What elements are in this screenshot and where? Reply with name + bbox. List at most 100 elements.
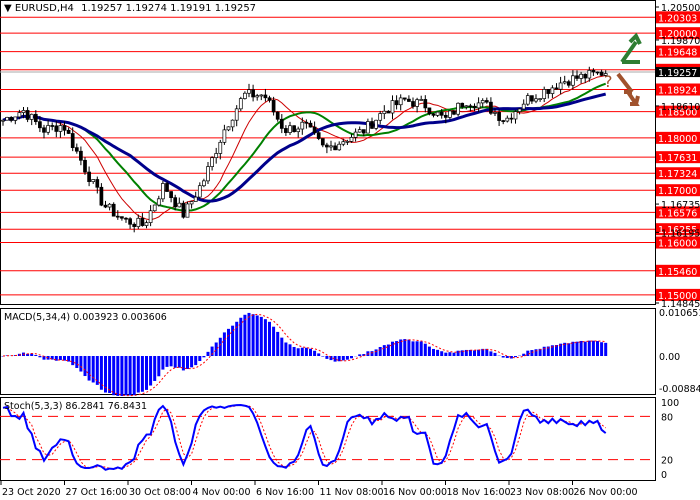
candle-body	[390, 100, 395, 114]
candle-body	[300, 121, 305, 130]
macd-histogram-bar	[309, 348, 312, 356]
level-price-label: 1.19648	[658, 48, 697, 59]
price-tick-label: 1.19870	[661, 36, 700, 47]
macd-histogram-bar	[423, 343, 427, 356]
macd-histogram-bar	[448, 352, 452, 356]
candle-body	[312, 126, 317, 134]
macd-histogram-bar	[341, 356, 345, 361]
candle-body	[349, 137, 354, 142]
time-tick-label: 18 Nov 16:00	[447, 487, 511, 498]
candle-body	[136, 217, 141, 227]
macd-histogram-bar	[169, 356, 173, 367]
macd-histogram-bar	[378, 346, 382, 356]
macd-histogram-bar	[530, 350, 534, 356]
candle-body	[595, 71, 600, 74]
candle-body	[415, 99, 419, 107]
candle-body	[345, 141, 350, 143]
macd-histogram-bar	[583, 341, 587, 356]
candle-body	[181, 202, 186, 218]
macd-histogram-bar	[604, 342, 608, 356]
macd-histogram-bar	[140, 356, 144, 392]
menu-triangle-icon[interactable]: ▼	[4, 3, 12, 14]
macd-histogram-bar	[345, 356, 349, 360]
macd-histogram-bar	[505, 356, 509, 359]
macd-histogram-bar	[477, 349, 481, 356]
candle-body	[558, 82, 563, 90]
candle-body	[243, 92, 247, 99]
macd-histogram-bar	[350, 356, 353, 359]
macd-histogram-bar	[202, 356, 206, 358]
macd-histogram-bar	[468, 349, 472, 356]
macd-histogram-bar	[489, 351, 493, 356]
candle-body	[140, 217, 145, 226]
macd-histogram-bar	[79, 356, 83, 372]
candle-body	[337, 143, 342, 151]
macd-histogram-bar	[128, 356, 132, 396]
candle-body	[234, 108, 239, 121]
candle-body	[38, 121, 42, 129]
candle-body	[341, 141, 346, 145]
candle-body	[247, 89, 251, 94]
macd-histogram-bar	[136, 356, 140, 393]
candle-body	[128, 218, 132, 225]
macd-histogram-bar	[198, 356, 202, 362]
symbol-label: EURUSD,H4	[14, 3, 74, 14]
candle-body	[546, 89, 551, 94]
candle-body	[296, 128, 301, 133]
candle-body	[152, 204, 157, 212]
candle-body	[517, 108, 522, 112]
stoch-tick-label: 80	[661, 412, 673, 423]
macd-histogram-bar	[75, 356, 79, 368]
macd-histogram-bar	[132, 356, 136, 396]
question-mark-label: ?	[604, 72, 613, 91]
candle-body	[13, 116, 18, 121]
macd-histogram-bar	[313, 350, 317, 356]
macd-histogram-bar	[575, 341, 579, 356]
level-price-label: 1.18924	[658, 85, 697, 96]
candle-body	[103, 204, 108, 208]
trading-chart[interactable]: 1.203031.200001.196481.193001.189241.185…	[0, 0, 700, 500]
candle-body	[402, 97, 407, 100]
macd-histogram-bar	[91, 356, 95, 383]
candle-body	[579, 73, 583, 79]
macd-histogram-bar	[370, 351, 374, 356]
price-tick-label: 1.16735	[661, 200, 700, 211]
candle-body	[197, 185, 202, 198]
candle-body	[25, 110, 30, 120]
macd-histogram-bar	[280, 337, 284, 356]
candle-body	[505, 117, 510, 122]
time-tick-label: 6 Nov 16:00	[256, 487, 314, 498]
candle-body	[33, 113, 38, 123]
macd-histogram-bar	[58, 356, 62, 361]
candle-body	[452, 110, 456, 115]
candle-body	[484, 100, 489, 103]
candle-body	[111, 203, 116, 217]
macd-histogram-bar	[218, 337, 222, 356]
candle-body	[333, 145, 337, 151]
chart-header: ▼ EURUSD,H4 1.19257 1.19274 1.19191 1.19…	[4, 3, 256, 14]
macd-histogram-bar	[358, 354, 362, 356]
macd-histogram-bar	[501, 356, 505, 358]
candle-body	[599, 71, 604, 76]
macd-histogram-bar	[157, 356, 161, 377]
candle-body	[193, 196, 198, 202]
candle-body	[177, 202, 182, 208]
time-tick-label: 4 Nov 00:00	[193, 487, 251, 498]
macd-histogram-bar	[112, 356, 116, 396]
candle-body	[161, 183, 165, 200]
macd-histogram-bar	[419, 341, 423, 356]
macd-histogram-bar	[473, 350, 476, 356]
macd-histogram-bar	[263, 319, 267, 356]
candle-body	[210, 157, 214, 167]
chart-canvas[interactable]: 1.203031.200001.196481.193001.189241.185…	[0, 0, 700, 500]
candle-body	[386, 110, 391, 114]
macd-histogram-bar	[300, 347, 304, 356]
macd-histogram-bar	[567, 343, 571, 356]
candle-body	[534, 98, 538, 102]
macd-histogram-bar	[304, 347, 308, 356]
macd-histogram-bar	[272, 326, 276, 356]
macd-histogram-bar	[239, 317, 243, 356]
candle-body	[173, 197, 178, 208]
macd-histogram-bar	[259, 316, 263, 356]
candle-body	[284, 128, 288, 133]
